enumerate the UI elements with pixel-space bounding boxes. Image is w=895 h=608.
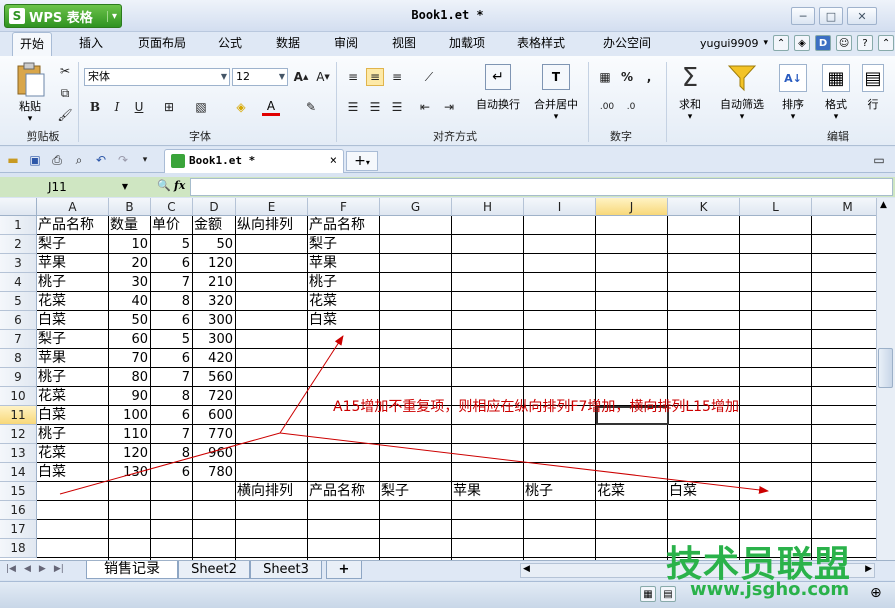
- sheet-tab-sheet2[interactable]: Sheet2: [178, 561, 250, 579]
- sheet-tab-sheet3[interactable]: Sheet3: [250, 561, 322, 579]
- add-sheet-button[interactable]: +: [326, 561, 362, 579]
- arrow-to-f7: [280, 336, 343, 433]
- view-buttons: ▦ ▤: [640, 586, 676, 602]
- first-sheet-icon[interactable]: |◀: [6, 564, 16, 574]
- zoom-in-icon[interactable]: ⊕: [870, 585, 882, 601]
- plus-icon: +: [339, 562, 350, 577]
- annotation-arrows: [0, 0, 895, 608]
- scroll-up-icon[interactable]: ▲: [880, 200, 887, 210]
- arrow-a15-to-center: [60, 433, 280, 494]
- page-layout-icon[interactable]: ▤: [660, 586, 676, 602]
- sheet-tab-sales[interactable]: 销售记录: [86, 561, 178, 579]
- last-sheet-icon[interactable]: ▶|: [54, 564, 64, 574]
- normal-view-icon[interactable]: ▦: [640, 586, 656, 602]
- annotation-text: A15增加不重复项，则相应在纵向排列F7增加，横向排列L15增加: [333, 396, 739, 416]
- vertical-scroll-thumb[interactable]: [878, 348, 893, 388]
- scroll-right-icon[interactable]: ▶: [865, 564, 872, 574]
- watermark-url: www.jsgho.com: [690, 579, 849, 600]
- prev-sheet-icon[interactable]: ◀: [24, 564, 31, 574]
- sheet-nav: |◀ ◀ ▶ ▶|: [6, 564, 64, 574]
- next-sheet-icon[interactable]: ▶: [39, 564, 46, 574]
- arrow-to-l15: [280, 433, 768, 491]
- scroll-left-icon[interactable]: ◀: [523, 564, 530, 574]
